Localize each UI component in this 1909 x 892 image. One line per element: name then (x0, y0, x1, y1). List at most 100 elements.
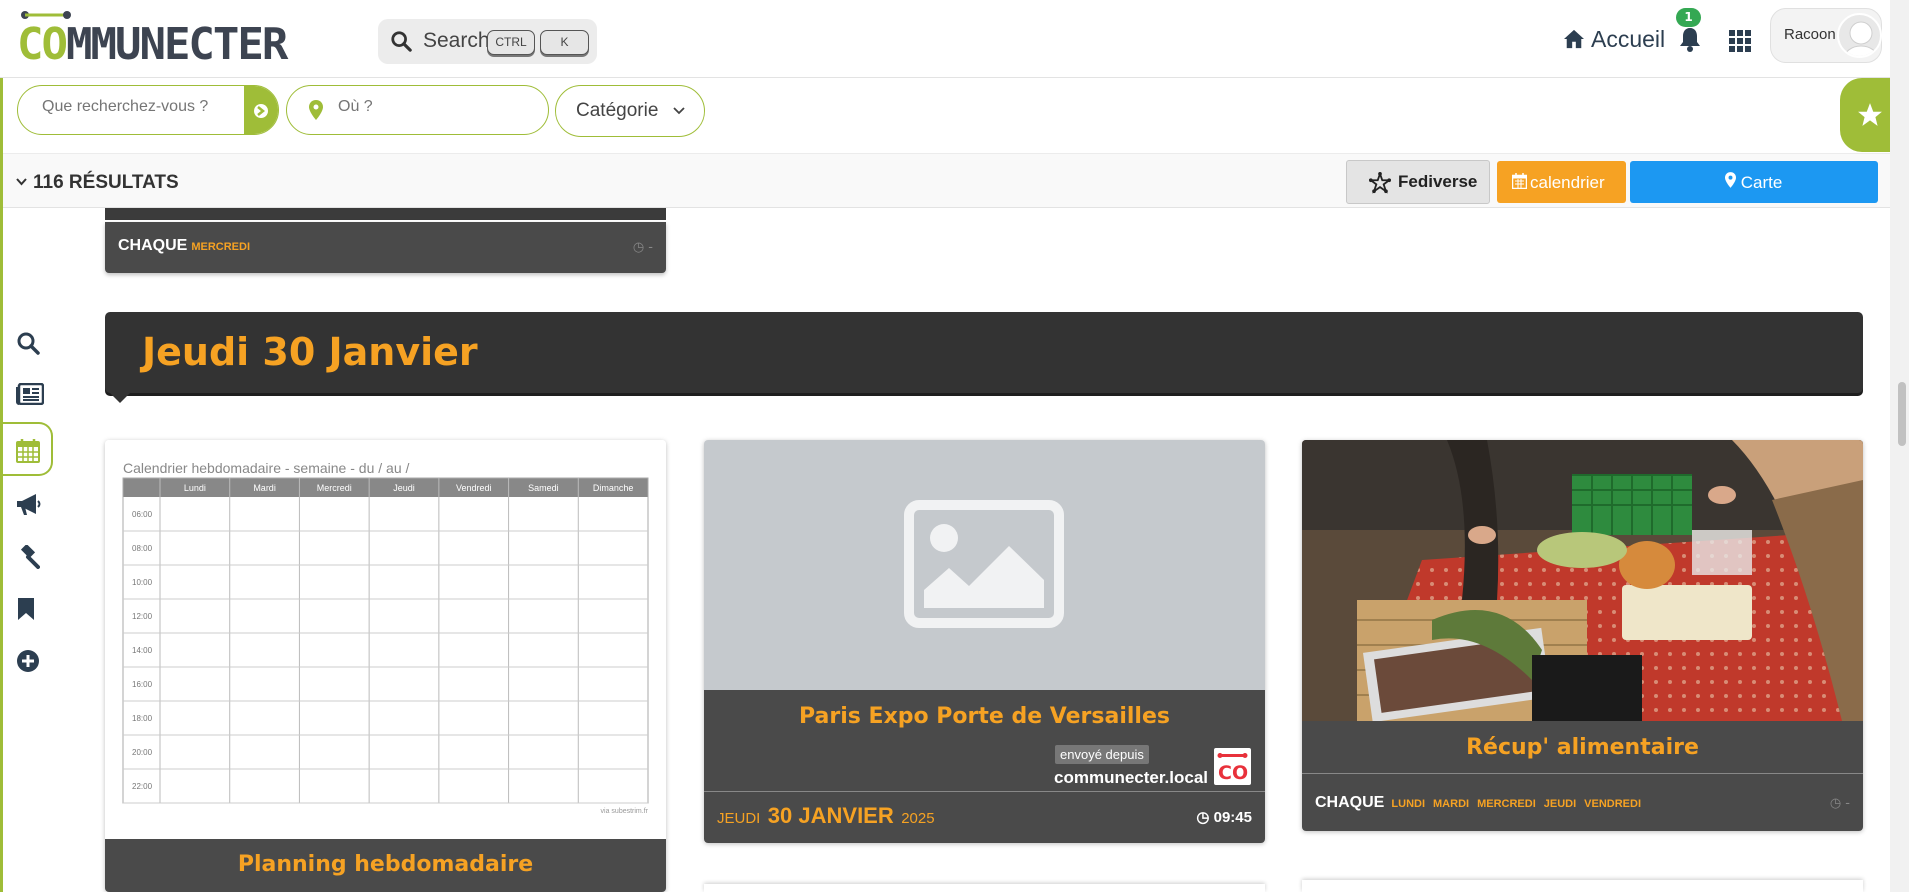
plus-circle-icon (17, 650, 39, 672)
communecter-logo[interactable]: COMMUNECTER (17, 8, 367, 69)
event-date-weekday: JEUDI (717, 810, 761, 827)
ctrl-key-hint: CTRL (487, 30, 535, 55)
bullhorn-icon (17, 494, 41, 515)
search-submit-button[interactable] (244, 86, 278, 134)
map-view-content: Carte (1725, 172, 1782, 193)
previous-card-image (105, 208, 666, 220)
schedule-hour-label: 10:00 (132, 578, 153, 587)
communecter-source-icon: CO (1214, 748, 1251, 785)
category-label: Catégorie (576, 100, 659, 121)
category-dropdown[interactable]: Catégorie (555, 85, 705, 137)
schedule-day-label: Lundi (184, 483, 206, 493)
filter-bar (0, 78, 1890, 153)
star-icon (1858, 103, 1882, 126)
apps-menu-button[interactable] (1729, 30, 1751, 56)
event-info: Paris Expo Porte de Versailles envoyé de… (704, 690, 1265, 843)
grid-icon (1729, 30, 1751, 52)
event-image-placeholder (704, 440, 1265, 690)
next-card-peek (1302, 880, 1863, 892)
results-count: 116 RÉSULTATS (33, 172, 179, 193)
schedule-footer: via subestrim.fr (600, 808, 648, 815)
sidebar-item-bookmarks[interactable] (3, 584, 53, 632)
sidebar-item-tools[interactable] (3, 532, 53, 580)
event-image: Calendrier hebdomadaire - semaine - du /… (105, 440, 666, 839)
image-placeholder-icon (904, 500, 1064, 628)
fediverse-button[interactable]: Fediverse (1346, 160, 1490, 204)
svg-text:CO: CO (1218, 762, 1248, 784)
user-name: Racoon (1784, 26, 1836, 43)
weekly-schedule-grid: Lundi Mardi Mercredi Jeudi Vendredi Samedi Dim… (122, 477, 649, 804)
home-icon (1564, 29, 1584, 49)
next-card-peek (704, 884, 1265, 892)
event-title[interactable]: Récup' alimentaire (1302, 735, 1863, 760)
schedule-day-label: Vendredi (456, 483, 492, 493)
sidebar-item-news[interactable] (3, 370, 53, 418)
home-label: Accueil (1591, 26, 1666, 52)
calendar-view-button[interactable]: calendrier (1497, 161, 1626, 203)
clock-icon: ◷ (1196, 809, 1214, 826)
event-date-year: 2025 (901, 810, 935, 827)
recurrence-day: MERCREDI (1477, 798, 1536, 810)
event-photo (1302, 440, 1863, 721)
event-card-planning[interactable]: Calendrier hebdomadaire - semaine - du /… (105, 440, 666, 892)
k-key-hint: K (540, 30, 589, 55)
notifications-button[interactable] (1679, 26, 1701, 56)
day-header-pointer (109, 392, 131, 403)
sidebar-item-search[interactable] (3, 318, 53, 366)
recurrence-text: CHAQUE LUNDI MARDI MERCREDI JEUDI VENDREDI (1315, 794, 1649, 812)
sidebar-item-agenda[interactable] (3, 422, 53, 476)
schedule-day-label: Jeudi (393, 483, 415, 493)
map-view-label: Carte (1740, 173, 1783, 192)
page-scrollbar[interactable] (1890, 0, 1909, 892)
fediverse-icon (1369, 172, 1391, 194)
recurrence-day: MARDI (1433, 798, 1470, 810)
event-card-recup-alimentaire[interactable]: Récup' alimentaire CHAQUE LUNDI MARDI MERC… (1302, 440, 1863, 831)
schedule-hour-label: 06:00 (132, 510, 153, 519)
previous-event-card[interactable]: CHAQUE MERCREDI ◷ - (105, 222, 666, 273)
what-search-field[interactable] (17, 85, 279, 135)
sidebar-item-add[interactable] (3, 636, 53, 684)
day-title: Jeudi 30 Janvier (142, 330, 478, 374)
event-title-bar: Planning hebdomadaire (105, 839, 666, 892)
user-menu-button[interactable]: Racoon (1770, 8, 1882, 63)
where-field[interactable] (286, 85, 549, 135)
search-icon (17, 332, 40, 355)
event-card-paris-expo[interactable]: Paris Expo Porte de Versailles envoyé de… (704, 440, 1265, 843)
results-toggle[interactable]: 116 RÉSULTATS (16, 172, 179, 194)
clock-icon: ◷ - (1829, 796, 1850, 811)
gavel-icon (20, 545, 40, 569)
home-link[interactable]: Accueil (1563, 26, 1665, 56)
day-section-header: Jeudi 30 Janvier (105, 312, 1863, 393)
event-title[interactable]: Planning hebdomadaire (238, 852, 533, 877)
event-time-value: 09:45 (1213, 809, 1252, 826)
where-input[interactable] (338, 98, 528, 116)
left-sidebar (3, 318, 55, 686)
newspaper-icon (16, 383, 44, 405)
user-avatar-icon (1843, 21, 1879, 56)
schedule-hour-label: 16:00 (132, 680, 153, 689)
scrollbar-thumb[interactable] (1898, 382, 1906, 446)
global-search-button[interactable]: Search CTRL K (378, 19, 597, 64)
sidebar-item-announcements[interactable] (3, 480, 53, 528)
schedule-hour-label: 14:00 (132, 646, 153, 655)
recurrence-day: JEUDI (1543, 798, 1577, 810)
source-name[interactable]: communecter.local (1054, 768, 1208, 788)
recurrence-label: CHAQUE (118, 237, 188, 254)
map-marker-icon (1725, 172, 1736, 188)
schedule-day-label: Mercredi (317, 483, 352, 493)
bell-icon (1680, 28, 1700, 52)
event-time: ◷ 09:45 (1196, 808, 1252, 826)
schedule-hour-label: 18:00 (132, 714, 153, 723)
bookmark-icon (18, 598, 34, 620)
arrow-circle-right-icon (254, 104, 268, 118)
what-search-input[interactable] (42, 98, 242, 116)
map-view-button[interactable]: Carte (1630, 161, 1878, 203)
event-title[interactable]: Paris Expo Porte de Versailles (704, 704, 1265, 729)
schedule-hour-label: 12:00 (132, 612, 153, 621)
top-navbar: COMMUNECTER Search CTRL K Accueil 1 Raco… (0, 0, 1890, 78)
chevron-down-icon (673, 107, 685, 115)
sent-from-label: envoyé depuis (1055, 745, 1149, 764)
event-title-bar: Récup' alimentaire (1302, 721, 1863, 774)
logo-text: COMMUNECTER (17, 19, 288, 70)
schedule-hour-label: 20:00 (132, 748, 153, 757)
